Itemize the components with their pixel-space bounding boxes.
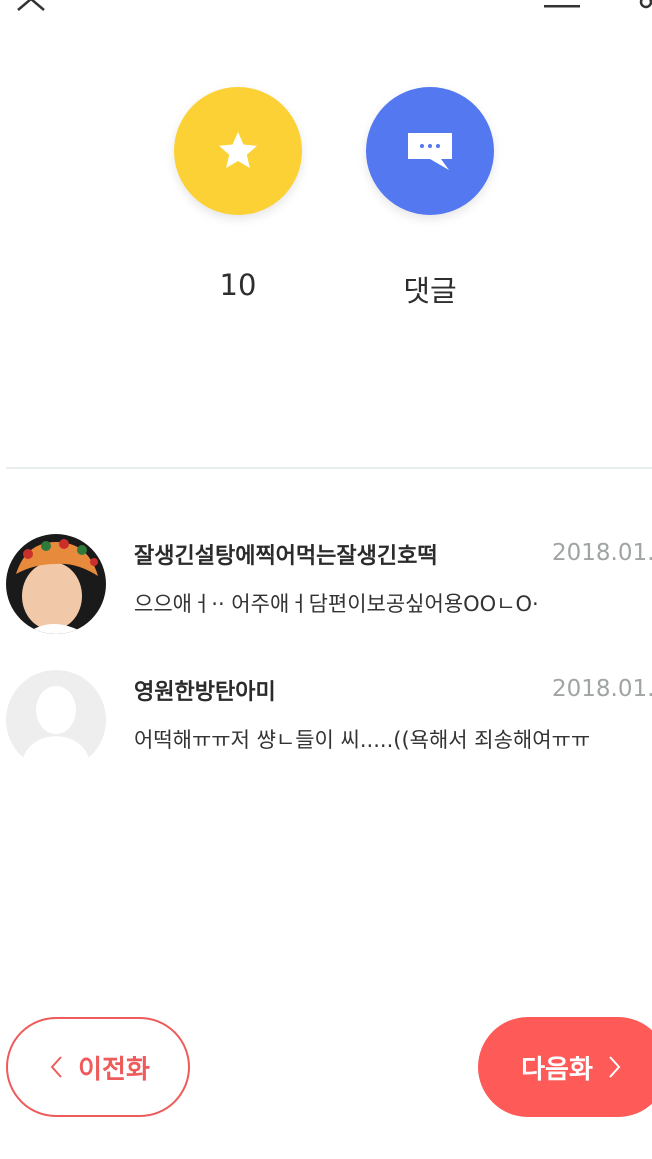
- comment-text: 어떡해ㅠㅠ저 썅ㄴ들이 씨.....((욕해서 죄송해여ㅠㅠ: [134, 728, 591, 752]
- chevron-left-icon: [50, 1056, 62, 1078]
- star-count: 10: [219, 268, 257, 302]
- avatar[interactable]: [6, 670, 106, 770]
- comment-item: 영원한방탄아미 2018.01.2 어떡해ㅠㅠ저 썅ㄴ들이 씨.....((욕해…: [0, 670, 652, 774]
- star-icon: [219, 132, 257, 168]
- comment-nickname: 영원한방탄아미: [134, 680, 276, 705]
- close-icon[interactable]: [14, 0, 48, 12]
- star-rating-button[interactable]: [174, 87, 302, 215]
- menu-icon[interactable]: [544, 0, 580, 10]
- comment-button[interactable]: [366, 87, 494, 215]
- share-icon[interactable]: [632, 0, 652, 10]
- next-episode-label: 다음화: [521, 1054, 593, 1085]
- avatar[interactable]: [6, 534, 106, 634]
- comment-nickname: 잘생긴설탕에찍어먹는잘생긴호떡: [134, 544, 438, 569]
- comment-text: 으으애ㅓ·· 어주애ㅓ담편이보공싶어용OOㄴO·: [134, 592, 539, 616]
- profile-photo: [6, 534, 106, 634]
- comment-label: 댓글: [403, 274, 457, 308]
- comment-item: 잘생긴설탕에찍어먹는잘생긴호떡 2018.01.2 으으애ㅓ·· 어주애ㅓ담편이…: [0, 534, 652, 638]
- default-avatar: [6, 670, 106, 770]
- comment-date: 2018.01.2: [552, 540, 652, 566]
- divider: [6, 467, 652, 469]
- top-bar: [0, 0, 652, 20]
- speech-bubble-icon: [408, 133, 452, 170]
- chevron-right-icon: [609, 1056, 621, 1078]
- comment-date: 2018.01.2: [552, 676, 652, 702]
- prev-episode-label: 이전화: [78, 1054, 150, 1085]
- prev-episode-button[interactable]: 이전화: [6, 1017, 190, 1117]
- next-episode-button[interactable]: 다음화: [478, 1017, 652, 1117]
